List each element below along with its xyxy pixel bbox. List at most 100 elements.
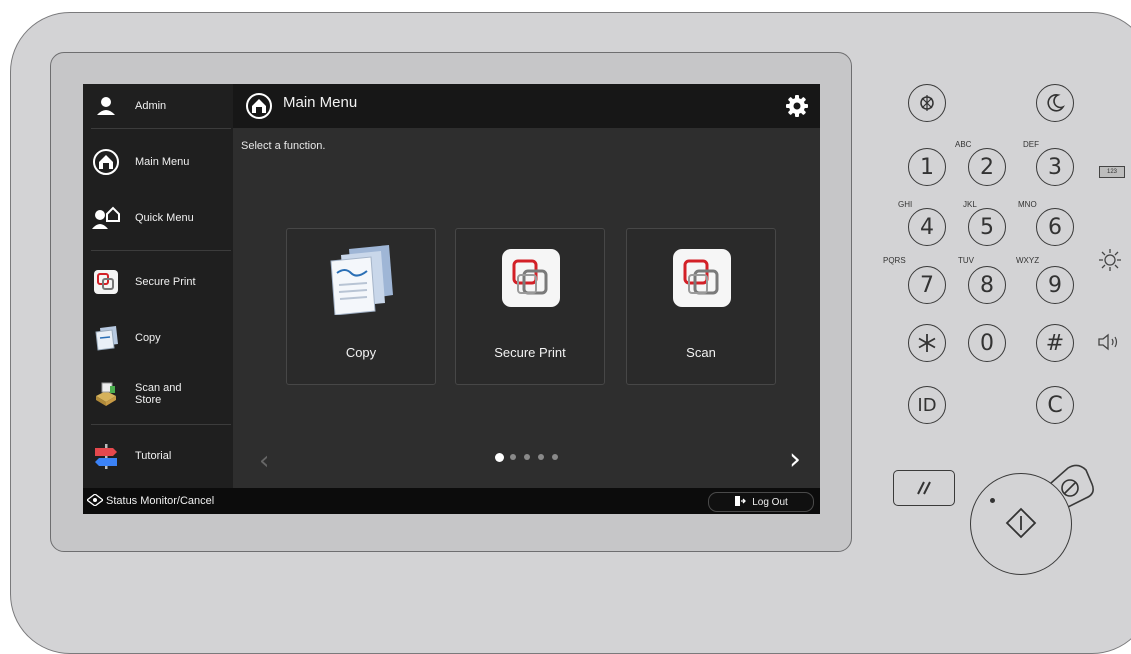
page-indicator (495, 453, 565, 463)
start-key[interactable] (970, 473, 1072, 575)
quick-menu-icon (89, 201, 123, 235)
copy-icon (89, 321, 123, 355)
key-asterisk[interactable] (908, 324, 946, 362)
key-8[interactable]: 8 (968, 266, 1006, 304)
key-6-letters: MNO (1018, 200, 1037, 209)
scan-and-store-icon (89, 377, 123, 411)
sidebar-item-scan-and-store[interactable]: Scan and Store (83, 368, 233, 420)
key-2-letters: ABC (955, 140, 972, 149)
secure-print-icon (89, 265, 123, 299)
signpost-icon (89, 439, 123, 473)
page-dot-active (495, 453, 504, 462)
key-0-label: 0 (980, 330, 994, 356)
tile-label: Secure Print (494, 345, 566, 360)
sidebar-item-label: Scan and Store (135, 382, 182, 406)
gear-icon[interactable] (785, 94, 809, 123)
id-key[interactable]: ID (908, 386, 946, 424)
sidebar-user-label: Admin (135, 100, 167, 112)
key-3-label: 3 (1048, 154, 1062, 180)
copy-icon (327, 245, 395, 316)
main-area: Select a function. Copy Secure Print Sca… (233, 128, 820, 488)
tile-scan[interactable]: Scan (626, 228, 776, 385)
key-5[interactable]: 5 (968, 208, 1006, 246)
key-9-letters: WXYZ (1016, 256, 1040, 265)
clear-key[interactable]: C (1036, 386, 1074, 424)
sidebar-divider (91, 128, 231, 129)
user-icon (89, 89, 123, 123)
tile-label: Scan (686, 345, 716, 360)
key-2-label: 2 (980, 154, 994, 180)
sidebar-item-secure-print[interactable]: Secure Print (83, 256, 233, 308)
sidebar-item-label: Quick Menu (135, 212, 194, 224)
key-hash[interactable]: # (1036, 324, 1074, 362)
id-key-label: ID (917, 394, 937, 416)
key-7[interactable]: 7 (908, 266, 946, 304)
tile-secure-print[interactable]: Secure Print (455, 228, 605, 385)
energy-saver-key[interactable] (1036, 84, 1074, 122)
page-title: Main Menu (283, 94, 358, 111)
tile-label: Copy (345, 345, 377, 360)
sidebar-item-label: Secure Print (135, 276, 196, 288)
key-1-label: 1 (920, 154, 934, 180)
key-9[interactable]: 9 (1036, 266, 1074, 304)
instruction-text: Select a function. (241, 140, 326, 152)
chevron-left-icon[interactable]: ‹ (259, 446, 269, 476)
logout-button[interactable]: Log Out (708, 492, 814, 512)
sidebar-item-quick-menu[interactable]: Quick Menu (83, 192, 233, 244)
start-diamond-icon (1005, 507, 1037, 539)
key-3-letters: DEF (1023, 140, 1039, 149)
key-4-label: 4 (920, 214, 934, 240)
logout-icon (734, 495, 747, 510)
key-8-label: 8 (980, 272, 994, 298)
touch-screen: Admin Main Menu Quick Menu Secure Print (83, 84, 820, 514)
key-3[interactable]: 3 (1036, 148, 1074, 186)
sidebar: Admin Main Menu Quick Menu Secure Print (83, 84, 233, 488)
key-7-letters: PQRS (883, 256, 906, 265)
sidebar-item-copy[interactable]: Copy (83, 312, 233, 364)
status-monitor-icon (85, 492, 105, 509)
key-6-label: 6 (1048, 214, 1062, 240)
start-indicator (990, 498, 995, 503)
key-5-letters: JKL (963, 200, 977, 209)
clear-key-label: C (1047, 392, 1063, 418)
page-dot (524, 454, 530, 460)
footer-bar: Status Monitor/Cancel Log Out (83, 488, 820, 514)
sidebar-item-label: Tutorial (135, 450, 172, 462)
function-key[interactable] (908, 84, 946, 122)
key-6[interactable]: 6 (1036, 208, 1074, 246)
page-dot (510, 454, 516, 460)
sidebar-item-tutorial[interactable]: Tutorial (83, 430, 233, 482)
home-icon (89, 145, 123, 179)
key-4[interactable]: 4 (908, 208, 946, 246)
reset-key[interactable] (893, 470, 955, 506)
status-monitor-button[interactable]: Status Monitor/Cancel (85, 488, 215, 514)
key-8-letters: TUV (958, 256, 974, 265)
status-monitor-label: Status Monitor/Cancel (106, 495, 215, 507)
volume-icon[interactable] (1097, 333, 1123, 356)
key-2[interactable]: 2 (968, 148, 1006, 186)
scan-icon (667, 245, 735, 313)
sidebar-divider (91, 424, 231, 425)
secure-print-icon (496, 245, 564, 313)
sidebar-item-main-menu[interactable]: Main Menu (83, 136, 233, 188)
key-7-label: 7 (920, 272, 934, 298)
counter-check-icon[interactable]: 123 (1099, 166, 1125, 178)
home-icon (245, 92, 273, 125)
sidebar-item-label: Main Menu (135, 156, 190, 168)
sidebar-divider (91, 250, 231, 251)
page-dot (538, 454, 544, 460)
header-bar: Main Menu (233, 84, 820, 128)
key-4-letters: GHI (898, 200, 913, 209)
tile-copy[interactable]: Copy (286, 228, 436, 385)
key-hash-label: # (1045, 330, 1065, 356)
key-5-label: 5 (980, 214, 994, 240)
brightness-icon[interactable] (1098, 248, 1122, 277)
logout-label: Log Out (752, 496, 788, 508)
key-9-label: 9 (1048, 272, 1062, 298)
sidebar-user-admin[interactable]: Admin (83, 84, 233, 128)
key-1[interactable]: 1 (908, 148, 946, 186)
sidebar-item-label: Copy (135, 332, 161, 344)
key-0[interactable]: 0 (968, 324, 1006, 362)
chevron-right-icon[interactable]: › (789, 442, 801, 477)
page-dot (552, 454, 558, 460)
